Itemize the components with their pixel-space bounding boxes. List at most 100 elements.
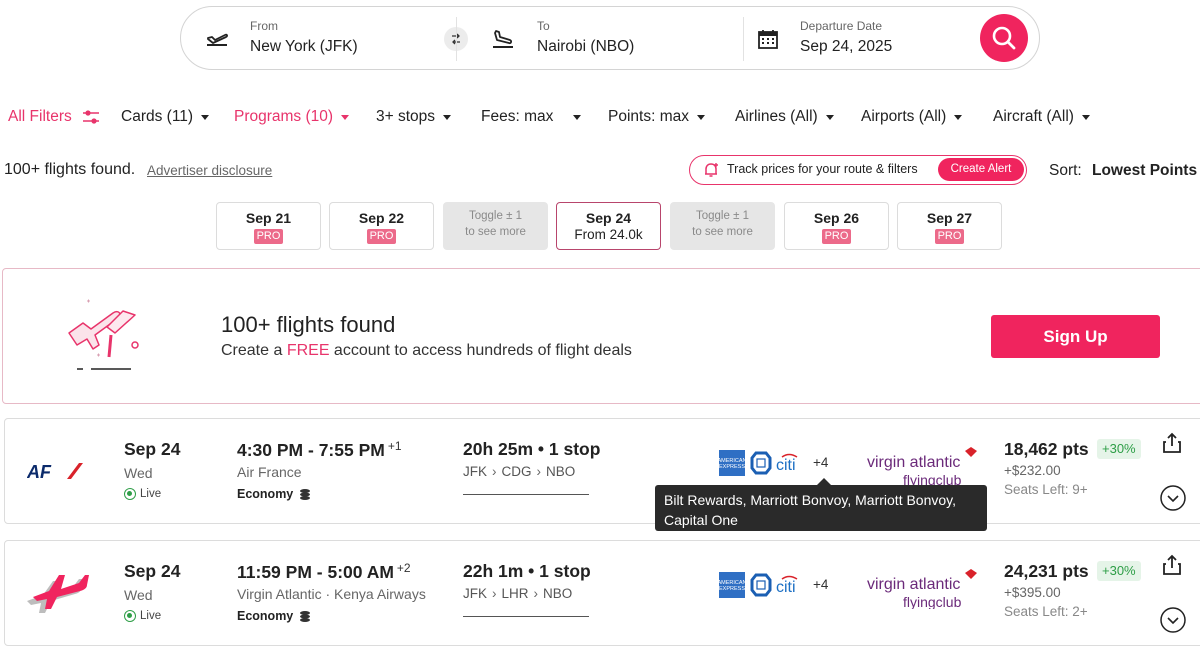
departure-date-field[interactable]: Departure Date Sep 24, 2025	[744, 7, 974, 71]
search-button[interactable]	[980, 14, 1028, 62]
departure-date-label: Departure Date	[800, 19, 883, 33]
date-tab-sep26[interactable]: Sep 26 PRO	[784, 202, 889, 250]
sort-dropdown[interactable]: Lowest Points	[1092, 162, 1197, 180]
stops-filter-label: 3+ stops	[376, 108, 436, 125]
from-value: New York (JFK)	[250, 38, 358, 55]
landing-icon	[493, 30, 513, 48]
filter-sliders-icon	[82, 110, 99, 124]
route-destination: NBO	[543, 586, 573, 601]
live-indicator: Live	[124, 488, 161, 500]
cash-fee: +$232.00	[1004, 463, 1061, 478]
date-tab-date: Sep 27	[926, 210, 973, 226]
toggle-hint-line1: Toggle ± 1	[469, 210, 522, 222]
from-field[interactable]: From New York (JFK)	[181, 7, 451, 71]
seats-left: Seats Left: 9+	[1004, 482, 1088, 497]
chevron-down-icon	[201, 114, 210, 120]
flight-date: Sep 24	[124, 439, 181, 459]
route-stop: LHR	[501, 586, 529, 601]
date-tab-date: Sep 21	[245, 210, 292, 226]
route-line	[463, 494, 589, 495]
programs-filter-label: Programs (10)	[234, 108, 334, 125]
flight-times: 11:59 PM - 5:00 AM +2	[237, 561, 411, 583]
advertiser-disclosure-link[interactable]: Advertiser disclosure	[147, 163, 272, 178]
share-icon[interactable]	[1160, 431, 1184, 455]
points-filter-label: Points: max	[608, 108, 689, 125]
toggle-hint-line2: to see more	[692, 226, 753, 238]
date-tab-sep24[interactable]: Sep 24 From 24.0k	[556, 202, 661, 250]
toggle-hint-line1: Toggle ± 1	[696, 210, 749, 222]
create-alert-button[interactable]: Create Alert	[938, 158, 1024, 181]
sort-label: Sort:	[1049, 162, 1082, 179]
chevron-down-icon	[1081, 114, 1090, 120]
calendar-icon	[758, 30, 778, 49]
flight-card[interactable]: AF Sep 24 Wed Live 4:30 PM - 7:55 PM +1 A…	[4, 418, 1200, 524]
chevron-right-icon: ›	[492, 586, 497, 601]
flight-date: Sep 24	[124, 561, 181, 581]
expand-chevron-icon[interactable]	[1160, 485, 1186, 511]
filter-bar: All Filters Cards (11) Programs (10) 3+ …	[0, 108, 1200, 134]
results-count: 100+ flights found.	[4, 161, 136, 178]
cards-tooltip: Bilt Rewards, Marriott Bonvoy, Marriott …	[655, 478, 987, 531]
date-tab-sep27[interactable]: Sep 27 PRO	[897, 202, 1002, 250]
points-price: 24,231 pts	[1004, 561, 1089, 581]
date-tab-sep21[interactable]: Sep 21 PRO	[216, 202, 321, 250]
all-filters-button[interactable]: All Filters	[8, 108, 100, 126]
chevron-right-icon: ›	[533, 586, 539, 601]
route-stop: CDG	[501, 464, 532, 479]
airports-filter[interactable]: Airports (All)	[861, 108, 963, 126]
pro-badge: PRO	[934, 229, 965, 244]
expand-chevron-icon[interactable]	[1160, 607, 1186, 633]
flight-time-range: 4:30 PM - 7:55 PM	[237, 440, 385, 460]
date-tab-sep22[interactable]: Sep 22 PRO	[329, 202, 434, 250]
svg-text:EXPRESS: EXPRESS	[719, 586, 745, 592]
chevron-down-icon	[825, 114, 834, 120]
day-offset: +2	[396, 561, 411, 575]
stops-filter[interactable]: 3+ stops	[376, 108, 452, 126]
date-tab-toggle-prev[interactable]: Toggle ± 1 to see more	[443, 202, 548, 250]
flight-route: JFK › CDG › NBO	[463, 464, 575, 479]
track-prices-box: Track prices for your route & filters Cr…	[689, 155, 1027, 185]
more-cards-count[interactable]: +4	[813, 577, 828, 592]
programs-filter[interactable]: Programs (10)	[234, 108, 350, 126]
more-cards-count[interactable]: +4	[813, 455, 828, 470]
amex-icon: AMERICANEXPRESS	[719, 572, 747, 598]
live-label: Live	[140, 610, 162, 622]
divider	[456, 17, 457, 61]
chevron-down-icon	[341, 114, 350, 120]
fees-filter[interactable]: Fees: max	[481, 108, 582, 126]
to-field[interactable]: To Nairobi (NBO)	[471, 7, 741, 71]
search-bar: From New York (JFK) To Nairobi (NBO) Dep…	[180, 6, 1040, 70]
share-icon[interactable]	[1160, 553, 1184, 577]
cash-fee: +$395.00	[1004, 585, 1061, 600]
bell-plus-icon	[705, 163, 718, 177]
cabin-label: Economy	[237, 487, 294, 501]
seat-stack-icon	[300, 611, 311, 622]
pro-badge: PRO	[821, 229, 852, 244]
day-offset: +1	[387, 439, 402, 453]
airports-filter-label: Airports (All)	[861, 108, 947, 125]
date-tab-toggle-next[interactable]: Toggle ± 1 to see more	[670, 202, 775, 250]
route-origin: JFK	[463, 586, 488, 601]
sign-up-button[interactable]: Sign Up	[991, 315, 1160, 358]
flight-time-range: 11:59 PM - 5:00 AM	[237, 562, 394, 582]
seats-left: Seats Left: 2+	[1004, 604, 1088, 619]
bonus-badge: +30%	[1097, 561, 1141, 581]
flight-weekday: Wed	[124, 587, 153, 603]
points-price: 18,462 pts	[1004, 439, 1089, 459]
svg-text:virgin atlantic: virgin atlantic	[867, 454, 960, 471]
airlines-filter[interactable]: Airlines (All)	[735, 108, 834, 126]
svg-text:citi: citi	[776, 579, 796, 596]
airlines-filter-label: Airlines (All)	[735, 108, 818, 125]
live-dot-icon	[124, 488, 136, 500]
all-filters-label: All Filters	[8, 108, 72, 125]
date-tab-date: Sep 24	[585, 210, 632, 226]
aircraft-filter[interactable]: Aircraft (All)	[993, 108, 1090, 126]
airline-plane-logo	[27, 575, 89, 613]
points-filter[interactable]: Points: max	[608, 108, 705, 126]
air-france-logo: AF	[27, 462, 83, 481]
cards-filter[interactable]: Cards (11)	[121, 108, 210, 126]
banner-title: 100+ flights found	[221, 312, 396, 337]
citi-icon: citi	[776, 453, 798, 474]
tooltip-line1: Bilt Rewards, Marriott Bonvoy, Marriott …	[664, 492, 957, 508]
flight-card[interactable]: Sep 24 Wed Live 11:59 PM - 5:00 AM +2 Vir…	[4, 540, 1200, 646]
